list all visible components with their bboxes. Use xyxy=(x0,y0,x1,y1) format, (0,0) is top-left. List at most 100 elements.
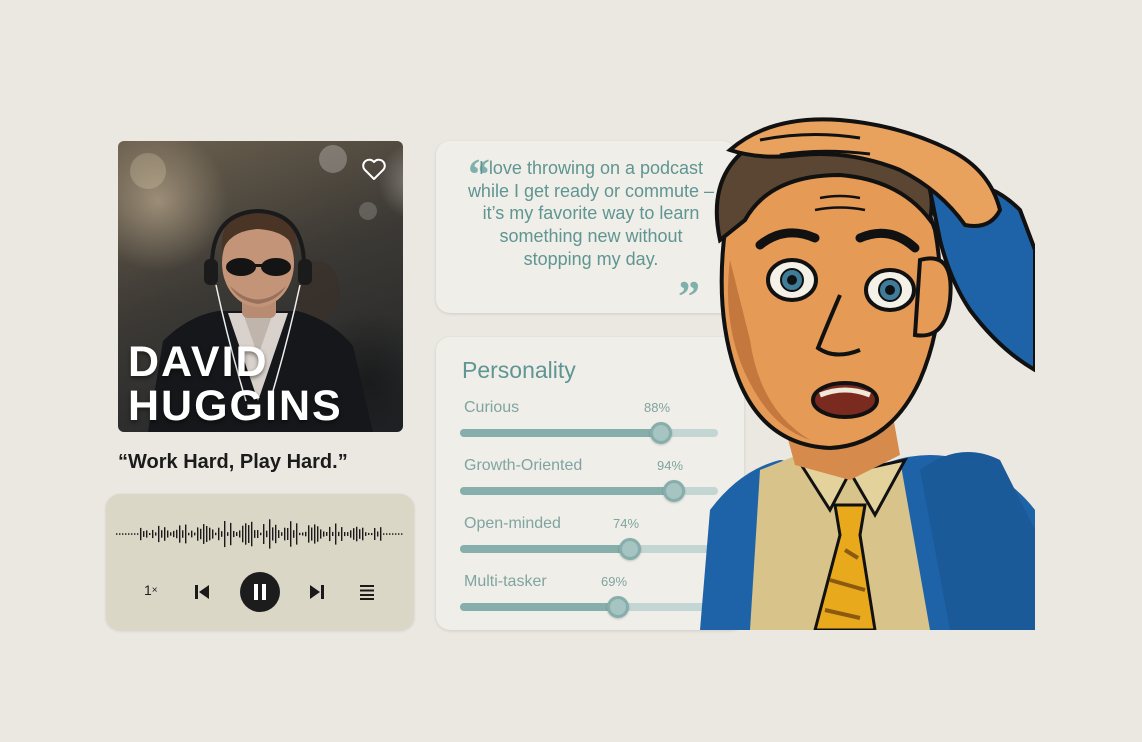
waveform-bar xyxy=(191,530,193,538)
waveform-bar xyxy=(356,526,358,542)
trait-row: Growth-Oriented 94% xyxy=(460,457,718,507)
playback-speed-button[interactable]: 1 × xyxy=(144,582,158,598)
waveform-bar xyxy=(314,524,316,544)
waveform-bar xyxy=(320,529,322,539)
waveform-bar xyxy=(272,527,274,541)
waveform-bar xyxy=(200,528,202,540)
waveform-bar xyxy=(119,533,121,535)
next-button[interactable] xyxy=(307,582,327,602)
waveform-bar xyxy=(368,532,370,535)
speed-value: 1 xyxy=(144,582,152,598)
waveform-bar xyxy=(149,533,151,535)
waveform-bar xyxy=(332,531,334,536)
trait-slider-handle[interactable] xyxy=(663,480,685,502)
next-icon xyxy=(310,585,324,599)
waveform-bar xyxy=(230,522,232,546)
waveform-bar xyxy=(227,532,229,536)
waveform-bar xyxy=(296,523,298,545)
queue-icon xyxy=(360,585,374,600)
waveform-bar xyxy=(269,519,271,549)
waveform-bar xyxy=(323,531,325,537)
trait-slider-fill xyxy=(460,545,630,553)
waveform-bar xyxy=(158,525,160,543)
waveform-bar xyxy=(125,533,127,535)
waveform-bar xyxy=(221,531,223,537)
waveform-bar xyxy=(335,523,337,545)
waveform-bar xyxy=(278,530,280,538)
waveform-bar xyxy=(389,533,391,535)
waveform-bar xyxy=(185,524,187,544)
waveform-bar xyxy=(347,532,349,536)
waveform-bar xyxy=(164,527,166,541)
waveform-bar xyxy=(365,532,367,536)
personality-title: Personality xyxy=(462,357,576,383)
trait-slider-fill xyxy=(460,429,661,437)
pause-button[interactable] xyxy=(240,572,280,612)
heart-icon[interactable] xyxy=(361,157,387,181)
trait-label: Multi-tasker xyxy=(464,573,547,590)
waveform-bar xyxy=(254,530,256,538)
waveform-bar xyxy=(350,530,352,538)
trait-slider-handle[interactable] xyxy=(619,538,641,560)
waveform-bar xyxy=(242,525,244,543)
waveform-bar xyxy=(371,533,373,536)
trait-row: Open-minded 74% xyxy=(460,515,718,565)
waveform-bar xyxy=(206,526,208,542)
waveform-bar xyxy=(326,532,328,536)
waveform-bar xyxy=(134,533,136,535)
waveform-bar xyxy=(197,527,199,541)
trait-slider-track[interactable] xyxy=(460,538,718,560)
trait-slider-track[interactable] xyxy=(460,422,718,444)
waveform-bar xyxy=(239,530,241,538)
waveform-bar xyxy=(257,530,259,538)
trait-percent: 74% xyxy=(612,516,640,531)
waveform-bar xyxy=(245,523,247,545)
waveform-bar xyxy=(386,533,388,535)
waveform-bar xyxy=(290,521,292,547)
waveform-bar xyxy=(287,528,289,540)
previous-button[interactable] xyxy=(192,582,212,602)
waveform-bar xyxy=(395,533,397,535)
waveform-bar xyxy=(260,532,262,536)
profile-first-name: DAVID xyxy=(128,338,269,386)
waveform-bar xyxy=(359,529,361,539)
audio-waveform[interactable] xyxy=(114,512,406,556)
waveform-bar xyxy=(383,533,385,535)
waveform-bar xyxy=(218,527,220,541)
player-controls: 1 × xyxy=(106,570,414,614)
waveform-bar xyxy=(317,526,319,542)
trait-slider-handle[interactable] xyxy=(650,422,672,444)
waveform-bar xyxy=(293,530,295,538)
waveform-bar xyxy=(170,532,172,536)
waveform-bar xyxy=(146,530,148,538)
trait-row: Multi-tasker 69% xyxy=(460,573,718,623)
waveform-bar xyxy=(143,531,145,537)
trait-slider-fill xyxy=(460,487,674,495)
trait-slider-handle[interactable] xyxy=(607,596,629,618)
waveform-bar xyxy=(374,528,376,540)
waveform-bar xyxy=(281,532,283,536)
trait-slider-track[interactable] xyxy=(460,596,718,618)
waveform-bar xyxy=(248,525,250,543)
waveform-bar xyxy=(380,527,382,541)
quote-card: “ I love throwing on a podcast while I g… xyxy=(436,141,736,319)
profile-motto: “Work Hard, Play Hard.” xyxy=(118,451,348,473)
waveform-bar xyxy=(137,533,139,535)
waveform-bar xyxy=(203,524,205,544)
waveform-bar xyxy=(341,527,343,541)
waveform-bar xyxy=(398,533,400,535)
waveform-bar xyxy=(167,530,169,538)
waveform-bar xyxy=(236,532,238,536)
comic-man-illustration xyxy=(700,117,1035,630)
queue-button[interactable] xyxy=(357,582,377,602)
waveform-bar xyxy=(173,530,175,538)
waveform-bar xyxy=(263,524,265,544)
waveform-bar xyxy=(338,531,340,537)
waveform-bar xyxy=(122,533,124,535)
trait-slider-track[interactable] xyxy=(460,480,718,502)
profile-photo-card: DAVID HUGGINS xyxy=(118,141,403,432)
pause-icon xyxy=(254,584,266,600)
waveform-bar xyxy=(161,530,163,538)
waveform-bar xyxy=(308,525,310,543)
waveform-bar xyxy=(305,531,307,537)
